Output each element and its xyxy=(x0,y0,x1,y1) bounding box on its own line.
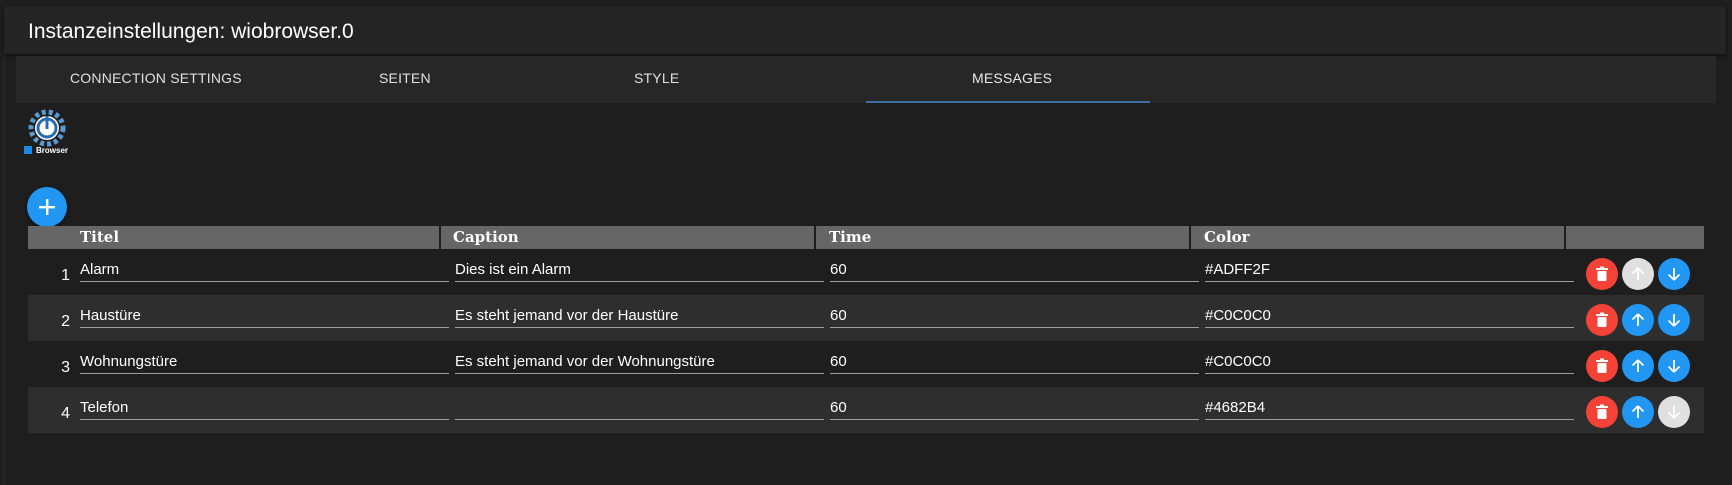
caption-field[interactable] xyxy=(455,395,824,420)
table-header: Titel Caption Time Color xyxy=(28,226,1704,249)
table-row: 3 Wohnungstüre Es steht jemand vor der W… xyxy=(28,341,1704,387)
tab-style[interactable]: STYLE xyxy=(556,56,840,103)
messages-table: Titel Caption Time Color 1 Alarm Dies is… xyxy=(28,226,1704,433)
color-field[interactable]: #C0C0C0 xyxy=(1205,303,1574,328)
logo-text: Browser xyxy=(36,146,69,155)
titel-field[interactable]: Wohnungstüre xyxy=(80,349,449,374)
tab-connection-settings[interactable]: CONNECTION SETTINGS xyxy=(16,56,300,103)
trash-icon xyxy=(1596,312,1608,327)
time-field[interactable]: 60 xyxy=(830,395,1199,420)
plus-icon xyxy=(39,199,55,215)
arrow-down-icon xyxy=(1667,314,1681,327)
row-index: 4 xyxy=(61,405,70,422)
tab-label: MESSAGES xyxy=(972,70,1053,86)
arrow-up-icon xyxy=(1631,405,1645,418)
trash-icon xyxy=(1596,266,1608,281)
column-header-color: Color xyxy=(1204,228,1250,246)
move-up-button[interactable] xyxy=(1622,350,1654,382)
move-down-button[interactable] xyxy=(1658,304,1690,336)
time-field[interactable]: 60 xyxy=(830,303,1199,328)
arrow-up-icon xyxy=(1631,267,1645,280)
row-index: 1 xyxy=(61,267,70,284)
dialog-title: Instanzeinstellungen: wiobrowser.0 xyxy=(28,20,354,43)
arrow-down-icon xyxy=(1667,268,1681,281)
arrow-up-icon xyxy=(1631,359,1645,372)
table-row: 1 Alarm Dies ist ein Alarm 60 #ADFF2F xyxy=(28,249,1704,295)
table-row: 4 Telefon 60 #4682B4 xyxy=(28,387,1704,433)
delete-button[interactable] xyxy=(1586,350,1618,382)
tab-label: SEITEN xyxy=(379,70,431,86)
move-up-button[interactable] xyxy=(1622,304,1654,336)
dialog-title-bar: Instanzeinstellungen: wiobrowser.0 xyxy=(4,6,1726,54)
tab-label: CONNECTION SETTINGS xyxy=(70,70,242,86)
add-row-button[interactable] xyxy=(27,187,67,227)
caption-field[interactable]: Es steht jemand vor der Wohnungstüre xyxy=(455,349,824,374)
arrow-down-icon xyxy=(1667,360,1681,373)
move-down-button[interactable] xyxy=(1658,396,1690,428)
time-field[interactable]: 60 xyxy=(830,349,1199,374)
titel-field[interactable]: Telefon xyxy=(80,395,449,420)
titel-field[interactable]: Haustüre xyxy=(80,303,449,328)
trash-icon xyxy=(1596,404,1608,419)
caption-field[interactable]: Dies ist ein Alarm xyxy=(455,257,824,282)
trash-icon xyxy=(1596,358,1608,373)
caption-field[interactable]: Es steht jemand vor der Haustüre xyxy=(455,303,824,328)
color-field[interactable]: #4682B4 xyxy=(1205,395,1574,420)
color-field[interactable]: #C0C0C0 xyxy=(1205,349,1574,374)
column-header-time: Time xyxy=(829,228,872,246)
move-down-button[interactable] xyxy=(1658,350,1690,382)
time-field[interactable]: 60 xyxy=(830,257,1199,282)
column-divider xyxy=(1564,226,1566,249)
move-up-button[interactable] xyxy=(1622,396,1654,428)
row-index: 2 xyxy=(61,313,70,330)
column-divider xyxy=(814,226,816,249)
arrow-down-icon xyxy=(1667,406,1681,419)
tab-label: STYLE xyxy=(634,70,680,86)
column-divider xyxy=(439,226,441,249)
arrow-up-icon xyxy=(1631,313,1645,326)
column-header-titel: Titel xyxy=(80,228,120,246)
color-field[interactable]: #ADFF2F xyxy=(1205,257,1574,282)
wiobrowser-logo-icon: Browser xyxy=(22,108,72,158)
move-up-button[interactable] xyxy=(1622,258,1654,290)
tab-seiten[interactable]: SEITEN xyxy=(300,56,584,103)
tab-bar: CONNECTION SETTINGS SEITEN STYLE MESSAGE… xyxy=(16,56,1716,103)
table-row: 2 Haustüre Es steht jemand vor der Haust… xyxy=(28,295,1704,341)
delete-button[interactable] xyxy=(1586,258,1618,290)
column-divider xyxy=(1189,226,1191,249)
row-index: 3 xyxy=(61,359,70,376)
delete-button[interactable] xyxy=(1586,304,1618,336)
delete-button[interactable] xyxy=(1586,396,1618,428)
titel-field[interactable]: Alarm xyxy=(80,257,449,282)
tab-messages[interactable]: MESSAGES xyxy=(866,56,1150,103)
move-down-button[interactable] xyxy=(1658,258,1690,290)
column-header-caption: Caption xyxy=(453,228,519,246)
